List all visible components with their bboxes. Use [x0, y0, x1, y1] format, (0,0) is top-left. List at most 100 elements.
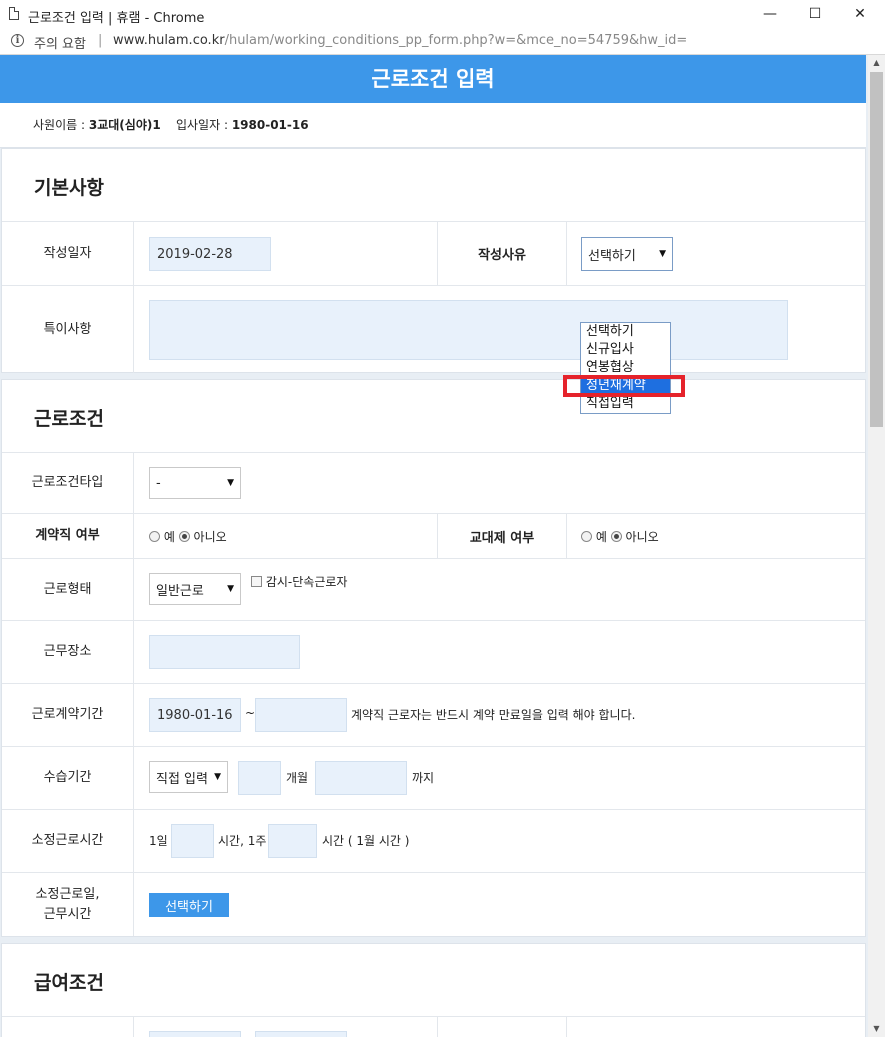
probation-mode-select[interactable]: 직접 입력 ▼	[149, 761, 228, 793]
salary-input-1[interactable]	[149, 1031, 241, 1037]
minimize-button[interactable]: —	[760, 4, 780, 24]
reason-label: 작성사유	[437, 222, 567, 285]
url-path: /hulam/working_conditions_pp_form.php?w=…	[224, 33, 688, 48]
contract-no-radio[interactable]	[178, 531, 190, 542]
dropdown-arrow-icon: ▼	[659, 249, 666, 259]
scroll-down-icon[interactable]: ▼	[868, 1021, 885, 1037]
basic-section-title: 기본사항	[34, 177, 104, 199]
salary-row-label-2	[437, 1017, 567, 1037]
scroll-up-icon[interactable]: ▲	[868, 55, 885, 71]
hours-week-input[interactable]	[268, 824, 317, 858]
close-button[interactable]: ✕	[850, 4, 870, 24]
write-date-label: 작성일자	[2, 222, 134, 285]
write-date-input[interactable]: 2019-02-28	[149, 237, 271, 271]
write-date-row: 작성일자 2019-02-28 작성사유 선택하기 ▼	[2, 221, 865, 285]
shift-yes-label: 예	[595, 530, 607, 544]
probation-until-input[interactable]	[315, 761, 407, 795]
days-label: 소정근로일, 근무시간	[2, 873, 134, 936]
hours-label: 소정근로시간	[2, 810, 134, 872]
workplace-row: 근무장소	[2, 620, 865, 683]
employee-name-label: 사원이름 :	[33, 118, 86, 132]
select-days-button[interactable]: 선택하기	[149, 893, 229, 917]
reason-select-value: 선택하기	[588, 248, 636, 264]
hours-suffix: 시간 ( 1월 시간 )	[322, 834, 410, 848]
hire-date: 1980-01-16	[231, 118, 309, 132]
reason-option[interactable]: 직접입력	[581, 395, 670, 413]
hours-day-prefix: 1일	[149, 834, 168, 848]
vertical-scrollbar[interactable]: ▲ ▼	[868, 55, 885, 1037]
window-titlebar: 근로조건 입력 | 휴램 - Chrome — ☐ ✕	[0, 0, 885, 30]
work-form-select[interactable]: 일반근로 ▼	[149, 573, 241, 605]
hours-week-prefix: 시간, 1주	[218, 834, 267, 848]
contract-radio-group: 예 아니오	[149, 528, 227, 545]
shift-yes-radio[interactable]	[581, 531, 592, 542]
work-form-row: 근로형태 일반근로 ▼ 감시-단속근로자	[2, 558, 865, 620]
salary-row-label	[2, 1017, 134, 1037]
contract-yes-label: 예	[163, 530, 175, 544]
notes-row: 특이사항	[2, 285, 865, 373]
probation-months-input[interactable]	[238, 761, 281, 795]
workplace-input[interactable]	[149, 635, 300, 669]
hours-day-input[interactable]	[171, 824, 214, 858]
period-label: 근로계약기간	[2, 684, 134, 746]
notes-textarea[interactable]	[149, 300, 788, 360]
employee-info: 사원이름 : 3교대(심야)1 입사일자 : 1980-01-16	[0, 103, 866, 148]
shift-no-radio[interactable]	[610, 531, 622, 542]
reason-select[interactable]: 선택하기 ▼	[581, 237, 673, 271]
address-separator: |	[98, 33, 103, 48]
probation-mode-value: 직접 입력	[156, 771, 208, 787]
basic-section: 기본사항 작성일자 2019-02-28 작성사유 선택하기 ▼ 특이사항	[1, 148, 866, 373]
salary-input-2[interactable]	[255, 1031, 347, 1037]
workplace-label: 근무장소	[2, 621, 134, 683]
contract-no-label: 아니오	[193, 530, 227, 544]
period-row: 근로계약기간 1980-01-16 ~ 계약직 근로자는 반드시 계약 만료일을…	[2, 683, 865, 746]
document-icon	[9, 7, 19, 20]
probation-until-unit: 까지	[412, 771, 435, 785]
maximize-button[interactable]: ☐	[805, 4, 825, 24]
address-bar[interactable]: i 주의 요함 | www.hulam.co.kr/hulam/working_…	[0, 30, 885, 55]
days-row: 소정근로일, 근무시간 선택하기	[2, 872, 865, 936]
type-row: 근로조건타입 - ▼	[2, 452, 865, 513]
type-select[interactable]: - ▼	[149, 467, 241, 499]
scroll-thumb[interactable]	[870, 72, 883, 427]
url-text[interactable]: www.hulam.co.kr/hulam/working_conditions…	[113, 33, 687, 48]
highlight-box	[563, 375, 685, 397]
days-label-line1: 소정근로일,	[35, 886, 100, 902]
period-end-input[interactable]	[255, 698, 347, 732]
work-form-label: 근로형태	[2, 559, 134, 620]
salary-first-row	[2, 1016, 865, 1037]
work-form-select-value: 일반근로	[156, 583, 204, 599]
type-select-value: -	[156, 475, 161, 491]
monitor-checkbox-group: 감시-단속근로자	[251, 573, 347, 590]
conditions-section: 근로조건 근로조건타입 - ▼ 계약직 여부 예 아니오 교대제 여부 예 아니…	[1, 379, 866, 937]
dropdown-arrow-icon: ▼	[227, 478, 234, 488]
type-label: 근로조건타입	[2, 453, 134, 513]
employee-name: 3교대(심야)1	[88, 118, 161, 132]
reason-option[interactable]: 신규입사	[581, 341, 670, 359]
monitor-checkbox[interactable]	[251, 576, 262, 587]
contract-row: 계약직 여부 예 아니오 교대제 여부 예 아니오	[2, 513, 865, 558]
dropdown-arrow-icon: ▼	[214, 772, 221, 782]
salary-section-title: 급여조건	[34, 972, 104, 994]
salary-section: 급여조건	[1, 943, 866, 1037]
contract-yes-radio[interactable]	[149, 531, 160, 542]
monitor-label: 감시-단속근로자	[265, 575, 348, 589]
probation-month-unit: 개월	[286, 771, 309, 785]
url-host: www.hulam.co.kr	[113, 33, 225, 48]
dropdown-arrow-icon: ▼	[227, 584, 234, 594]
probation-row: 수습기간 직접 입력 ▼ 개월 까지	[2, 746, 865, 809]
window-title: 근로조건 입력 | 휴램 - Chrome	[28, 11, 205, 26]
contract-label: 계약직 여부	[2, 514, 134, 558]
hours-row: 소정근로시간 1일 시간, 1주 시간 ( 1월 시간 )	[2, 809, 865, 872]
hire-date-label: 입사일자 :	[175, 118, 228, 132]
period-start-input[interactable]: 1980-01-16	[149, 698, 241, 732]
security-label[interactable]: 주의 요함	[34, 33, 86, 52]
days-label-line2: 근무시간	[43, 906, 92, 922]
reason-option[interactable]: 선택하기	[581, 323, 670, 341]
page-title: 근로조건 입력	[0, 55, 866, 103]
reason-dropdown-list[interactable]: 선택하기 신규입사 연봉협상 정년재계약 직접입력	[580, 322, 671, 414]
info-icon[interactable]: i	[11, 34, 24, 47]
shift-label: 교대제 여부	[437, 514, 567, 558]
probation-label: 수습기간	[2, 747, 134, 809]
conditions-section-title: 근로조건	[34, 408, 104, 430]
